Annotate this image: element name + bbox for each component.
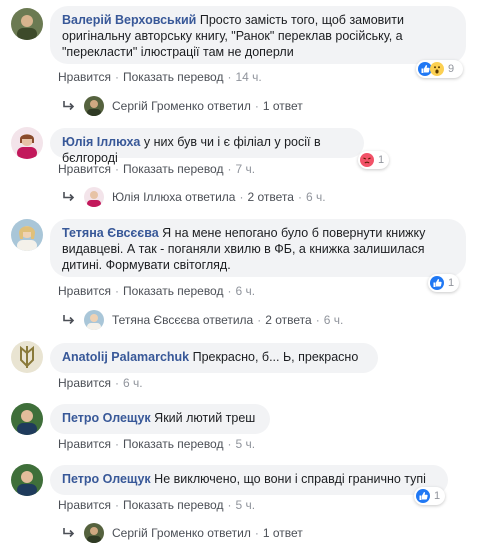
comment-timestamp[interactable]: 7 ч. (235, 162, 255, 176)
show-translation-link[interactable]: Показать перевод (123, 498, 224, 512)
reply-author[interactable]: Сергій Громенко ответил (112, 99, 251, 113)
reaction-count: 1 (448, 277, 455, 289)
comment-bubble: Тетяна Євсєєва Я на мене непогано було б… (50, 219, 466, 277)
avatar (84, 96, 104, 116)
comment-actions: Нравится · Показать перевод · 6 ч. (58, 284, 256, 298)
comments-panel: { "colors": { "author_link": "#385898", … (0, 0, 498, 548)
like-button[interactable]: Нравится (58, 437, 111, 451)
replies-link[interactable]: Тетяна Євсєєва ответила · 2 ответа · 6 ч. (62, 310, 343, 330)
show-translation-link[interactable]: Показать перевод (123, 437, 224, 451)
reply-count[interactable]: 1 ответ (263, 99, 303, 113)
comment-actions: Нравится · Показать перевод · 5 ч. (58, 437, 256, 451)
replies-link[interactable]: Юлія Іллюха ответила · 2 ответа · 6 ч. (62, 187, 326, 207)
show-translation-link[interactable]: Показать перевод (123, 162, 224, 176)
like-button[interactable]: Нравится (58, 284, 111, 298)
reply-arrow-icon (63, 192, 75, 202)
comment-actions: Нравится · 6 ч. (58, 376, 143, 390)
reply-arrow-icon (63, 101, 75, 111)
like-button[interactable]: Нравится (58, 70, 111, 84)
reply-count[interactable]: 2 ответа (265, 313, 311, 327)
show-translation-link[interactable]: Показать перевод (123, 284, 224, 298)
comment-author-link[interactable]: Anatolij Palamarchuk (62, 350, 189, 364)
angry-icon (360, 153, 374, 167)
comment-bubble: Юлія Іллюха у них був чи і є філіал у ро… (50, 128, 364, 165)
comment-author-link[interactable]: Тетяна Євсєєва (62, 226, 159, 240)
avatar (84, 310, 104, 330)
wow-icon (430, 62, 444, 76)
comment-timestamp[interactable]: 5 ч. (235, 437, 255, 451)
reply-count[interactable]: 1 ответ (263, 526, 303, 540)
avatar[interactable] (11, 403, 43, 435)
avatar[interactable] (11, 464, 43, 496)
reply-arrow-icon (63, 315, 75, 325)
reply-author[interactable]: Юлія Іллюха ответила (112, 190, 235, 204)
reaction-summary[interactable]: 1 (428, 274, 459, 292)
like-button[interactable]: Нравится (58, 376, 111, 390)
comment-text: Який лютий треш (154, 411, 256, 425)
reaction-count: 1 (434, 490, 441, 502)
avatar[interactable] (11, 341, 43, 373)
like-button[interactable]: Нравится (58, 498, 111, 512)
like-button[interactable]: Нравится (58, 162, 111, 176)
replies-link[interactable]: Сергій Громенко ответил · 1 ответ (62, 96, 303, 116)
like-icon (430, 276, 444, 290)
comment-author-link[interactable]: Валерій Верховський (62, 13, 196, 27)
reply-arrow-icon (63, 528, 75, 538)
like-icon (416, 489, 430, 503)
avatar[interactable] (11, 219, 43, 251)
comment-text: Прекрасно, б... Ь, прекрасно (192, 350, 359, 364)
reply-timestamp: 6 ч. (323, 313, 344, 327)
show-translation-link[interactable]: Показать перевод (123, 70, 224, 84)
comment-timestamp[interactable]: 6 ч. (235, 284, 255, 298)
comment-bubble: Anatolij Palamarchuk Прекрасно, б... Ь, … (50, 343, 378, 373)
reaction-count: 9 (448, 63, 455, 75)
comment-bubble: Петро Олещук Не виключено, що вони і спр… (50, 465, 448, 495)
comment-author-link[interactable]: Петро Олещук (62, 472, 151, 486)
avatar (84, 187, 104, 207)
comment-actions: Нравится · Показать перевод · 7 ч. (58, 162, 256, 176)
reaction-summary[interactable]: 1 (414, 487, 445, 505)
reaction-summary[interactable]: 9 (416, 60, 463, 78)
reply-author[interactable]: Тетяна Євсєєва ответила (112, 313, 253, 327)
comment-bubble: Валерій Верховський Просто замість того,… (50, 6, 466, 64)
comment-actions: Нравится · Показать перевод · 14 ч. (58, 70, 262, 84)
reply-count[interactable]: 2 ответа (247, 190, 293, 204)
comment-author-link[interactable]: Юлія Іллюха (62, 135, 140, 149)
comment-timestamp[interactable]: 5 ч. (235, 498, 255, 512)
comment-bubble: Петро Олещук Який лютий треш (50, 404, 270, 434)
comment-author-link[interactable]: Петро Олещук (62, 411, 151, 425)
replies-link[interactable]: Сергій Громенко ответил · 1 ответ (62, 523, 303, 543)
comment-timestamp[interactable]: 14 ч. (235, 70, 261, 84)
reply-timestamp: 6 ч. (305, 190, 326, 204)
comment-text: Не виключено, що вони і справді гранично… (154, 472, 426, 486)
reaction-count: 1 (378, 154, 385, 166)
avatar (84, 523, 104, 543)
avatar[interactable] (11, 8, 43, 40)
comment-timestamp[interactable]: 6 ч. (123, 376, 143, 390)
comment-actions: Нравится · Показать перевод · 5 ч. (58, 498, 256, 512)
reply-author[interactable]: Сергій Громенко ответил (112, 526, 251, 540)
avatar[interactable] (11, 127, 43, 159)
reaction-summary[interactable]: 1 (358, 151, 389, 169)
